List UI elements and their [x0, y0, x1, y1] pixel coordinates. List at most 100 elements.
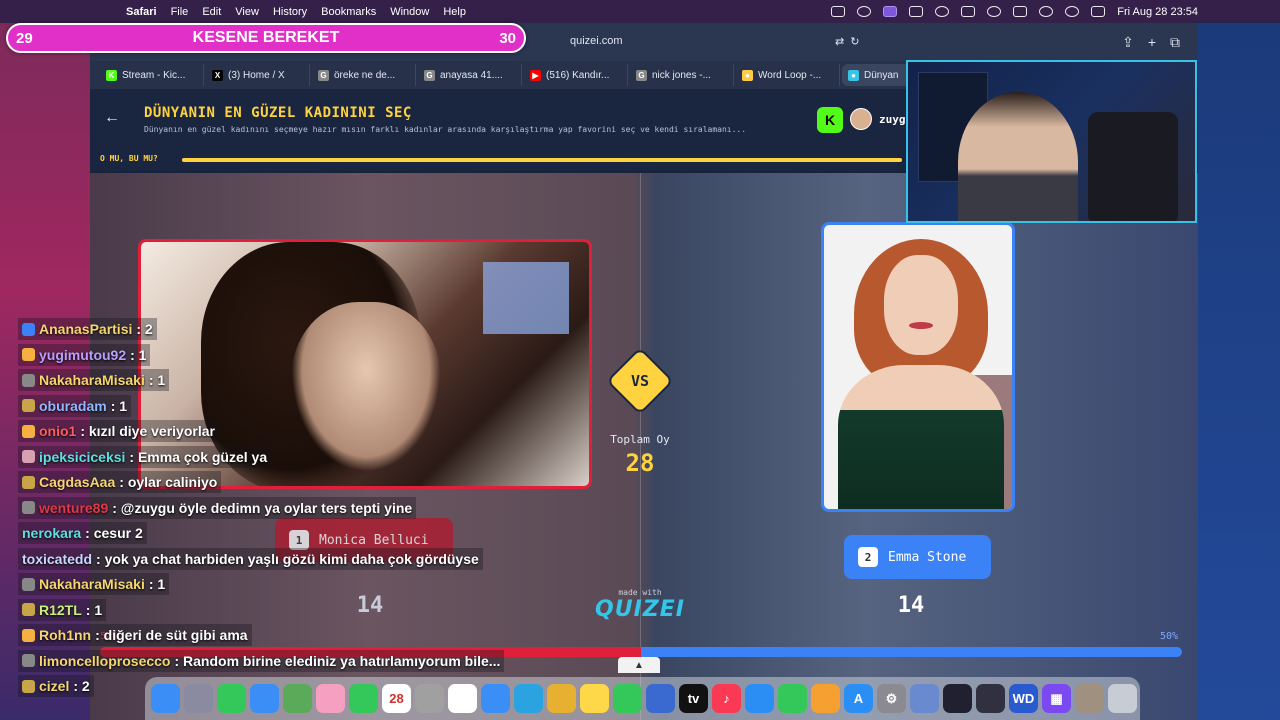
grid-status-icon[interactable] [831, 6, 846, 17]
telegram-icon[interactable] [514, 684, 543, 713]
pages-icon[interactable] [811, 684, 840, 713]
chevron-up-icon[interactable]: ▲ [618, 657, 660, 673]
tv-icon[interactable]: tv [679, 684, 708, 713]
counter-left-value: 29 [16, 29, 33, 47]
screen-status-icon[interactable] [857, 6, 872, 17]
chat-message: cizel: 2 [18, 675, 94, 697]
notes-icon[interactable] [580, 684, 609, 713]
wd-status-icon[interactable] [909, 6, 924, 17]
browser-tab[interactable]: Gnick jones -... [630, 64, 734, 86]
finder-icon[interactable] [151, 684, 180, 713]
reload-icon[interactable]: ↻ [850, 35, 859, 48]
browser-tab[interactable]: ● Word Loop -... [736, 64, 840, 86]
rainbow-icon: ● [742, 69, 753, 81]
launchpad-icon[interactable] [184, 684, 213, 713]
display-status-icon[interactable] [883, 6, 898, 17]
quiz-description: Dünyanın en güzel kadınını seçmeye hazır… [144, 125, 747, 134]
appstore-icon[interactable]: A [844, 684, 873, 713]
menu-clock[interactable]: Fri Aug 28 23:54 [1117, 6, 1198, 18]
menu-bookmarks[interactable]: Bookmarks [321, 6, 376, 18]
menu-app-name[interactable]: Safari [126, 6, 157, 18]
wifi-icon[interactable] [1039, 6, 1054, 17]
mail-icon[interactable] [250, 684, 279, 713]
chat-badge-icon [22, 603, 35, 616]
share-icon[interactable]: ⇪ [1122, 34, 1134, 51]
menu-edit[interactable]: Edit [202, 6, 221, 18]
trash-icon[interactable] [1108, 684, 1137, 713]
settings-icon[interactable]: ⚙ [877, 684, 906, 713]
chrome-icon[interactable] [547, 684, 576, 713]
photos-icon[interactable] [316, 684, 345, 713]
chat-username: cizel [39, 678, 70, 694]
right-photo-body [838, 365, 1004, 509]
menu-window[interactable]: Window [390, 6, 429, 18]
chat-badge-icon [22, 322, 35, 336]
google-icon: G [318, 69, 329, 81]
menu-history[interactable]: History [273, 6, 307, 18]
made-with-quizei[interactable]: made with QUIZEI [590, 588, 690, 622]
stream-counter-bar: 29 KESENE BEREKET 30 [6, 23, 526, 53]
preview-icon[interactable] [910, 684, 939, 713]
whatsapp-icon[interactable] [613, 684, 642, 713]
address-bar[interactable]: quizei.com [570, 35, 623, 47]
music-icon[interactable]: ♪ [712, 684, 741, 713]
back-arrow-icon[interactable]: ← [104, 109, 120, 127]
stream-chat-overlay: AnanasPartisi: 2 yugimutou92: 1 NakaharaMi… [18, 318, 538, 718]
search-icon[interactable] [1065, 6, 1080, 17]
grid-icon[interactable]: ▦ [1042, 684, 1071, 713]
freeform-icon[interactable] [646, 684, 675, 713]
chat-username: Roh1nn [39, 627, 92, 643]
play-status-icon[interactable] [987, 6, 1002, 17]
menu-help[interactable]: Help [443, 6, 466, 18]
browser-tab[interactable]: Ganayasa 41.... [418, 64, 522, 86]
chat-username: onio1 [39, 423, 77, 439]
cloud-status-icon[interactable] [961, 6, 976, 17]
username[interactable]: zuyg [879, 113, 906, 126]
safari-icon[interactable] [481, 684, 510, 713]
control-center-icon[interactable] [1091, 6, 1106, 17]
chat-message: wenture89: @zuygu öyle dedimn ya oylar t… [18, 496, 417, 519]
avatar[interactable] [850, 108, 872, 130]
menu-file[interactable]: File [171, 6, 189, 18]
facetime-icon[interactable] [349, 684, 378, 713]
audio-status-icon[interactable] [935, 6, 950, 17]
battery-icon[interactable] [1013, 6, 1028, 17]
right-choice-number: 2 [858, 547, 878, 567]
chat-text: : 2 [136, 321, 153, 337]
chat-message: toxicatedd: yok ya chat harbiden yaşlı g… [18, 547, 483, 570]
numbers-icon[interactable] [778, 684, 807, 713]
dock: 28 tv ♪ A ⚙ WD ▦ [145, 677, 1140, 720]
chat-message: NakaharaMisaki: 1 [18, 573, 170, 595]
webcam-icon[interactable] [976, 684, 1005, 713]
tab-overview-icon[interactable]: ⧉ [1170, 34, 1180, 51]
maps-icon[interactable] [283, 684, 312, 713]
chat-message: oburadam: 1 [18, 394, 132, 417]
right-choice-image[interactable] [821, 222, 1015, 512]
webcam-overlay [906, 60, 1197, 223]
menu-view[interactable]: View [235, 6, 259, 18]
arena-divider [640, 173, 641, 720]
browser-tab[interactable]: K Stream - Kic... [100, 64, 204, 86]
right-choice-button[interactable]: 2 Emma Stone [844, 535, 991, 579]
obs-icon[interactable] [943, 684, 972, 713]
image-icon[interactable] [1075, 684, 1104, 713]
quizei-icon: ● [848, 69, 859, 81]
wd-icon[interactable]: WD [1009, 684, 1038, 713]
calendar-icon[interactable]: 28 [382, 684, 411, 713]
chat-message: Roh1nn: diğeri de süt gibi ama [18, 624, 252, 646]
chat-username: nerokara [22, 525, 82, 541]
browser-tab-label: anayasa 41.... [440, 69, 503, 81]
kick-logo-icon[interactable]: K [817, 107, 843, 133]
keynote-icon[interactable] [745, 684, 774, 713]
messages-icon[interactable] [217, 684, 246, 713]
browser-tab-label: nick jones -... [652, 69, 711, 81]
browser-tab[interactable]: Göreke ne de... [312, 64, 416, 86]
chat-text: : 1 [148, 576, 166, 592]
chat-username: AnanasPartisi [39, 321, 133, 337]
new-tab-icon[interactable]: + [1148, 34, 1156, 51]
translate-icon[interactable]: ⇄ [835, 35, 844, 48]
contacts-icon[interactable] [415, 684, 444, 713]
browser-tab[interactable]: X (3) Home / X [206, 64, 310, 86]
browser-tab[interactable]: ▶ (516) Kandır... [524, 64, 628, 86]
reminders-icon[interactable] [448, 684, 477, 713]
